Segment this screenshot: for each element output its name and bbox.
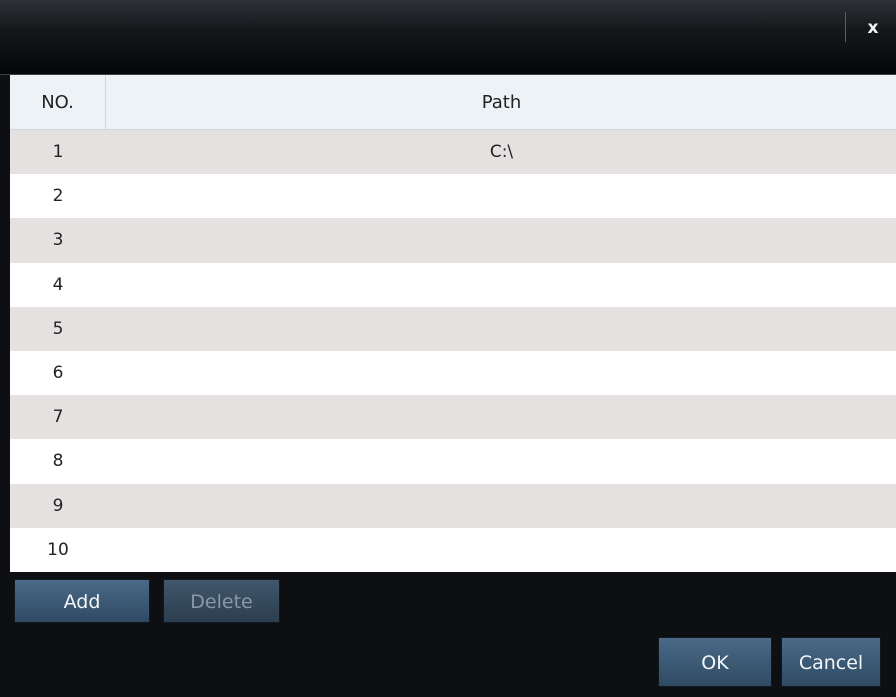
- cell-no: 7: [52, 407, 64, 428]
- cell-no: 8: [52, 451, 64, 472]
- cell-no: 10: [47, 539, 69, 560]
- add-button[interactable]: Add: [14, 579, 150, 623]
- path-table: NO. Path 1 C:\ 2 3 4 5 6 7 8 9 10: [10, 75, 896, 572]
- table-body: 1 C:\ 2 3 4 5 6 7 8 9 10: [10, 130, 896, 572]
- column-header-path: Path: [481, 92, 522, 113]
- table-row[interactable]: 6: [10, 350, 896, 396]
- table-row[interactable]: 8: [10, 439, 896, 484]
- table-row[interactable]: 5: [10, 306, 896, 351]
- cell-no: 6: [52, 363, 64, 384]
- table-row[interactable]: 1 C:\: [10, 130, 896, 175]
- cell-no: 3: [52, 230, 64, 251]
- table-row[interactable]: 10: [10, 527, 896, 572]
- cell-path: [107, 395, 896, 439]
- delete-button[interactable]: Delete: [163, 579, 280, 623]
- cell-no: 5: [52, 318, 64, 339]
- ok-button[interactable]: OK: [658, 637, 772, 687]
- cell-path: [107, 351, 896, 395]
- cell-no: 9: [52, 495, 64, 516]
- table-row[interactable]: 4: [10, 262, 896, 307]
- close-icon[interactable]: x: [856, 12, 890, 44]
- title-separator: [845, 12, 846, 42]
- cell-path: [107, 439, 896, 483]
- cell-no: 4: [52, 274, 64, 295]
- table-row[interactable]: 9: [10, 483, 896, 528]
- cell-path: [107, 484, 896, 528]
- cell-path: [107, 174, 896, 218]
- cell-path: [107, 307, 896, 351]
- column-header-no: NO.: [10, 75, 106, 130]
- cell-path: [107, 528, 896, 572]
- cell-path: C:\: [489, 142, 514, 163]
- cell-path: [107, 218, 896, 262]
- title-bar: x: [0, 0, 896, 75]
- table-row[interactable]: 3: [10, 218, 896, 263]
- cell-no: 2: [52, 186, 64, 207]
- cell-path: [107, 263, 896, 307]
- cancel-button[interactable]: Cancel: [781, 637, 881, 687]
- path-dialog: x NO. Path 1 C:\ 2 3 4 5 6 7 8 9 10 Add …: [0, 0, 896, 697]
- table-row[interactable]: 2: [10, 174, 896, 219]
- cell-no: 1: [52, 142, 64, 163]
- table-row[interactable]: 7: [10, 395, 896, 440]
- table-header: NO. Path: [10, 75, 896, 130]
